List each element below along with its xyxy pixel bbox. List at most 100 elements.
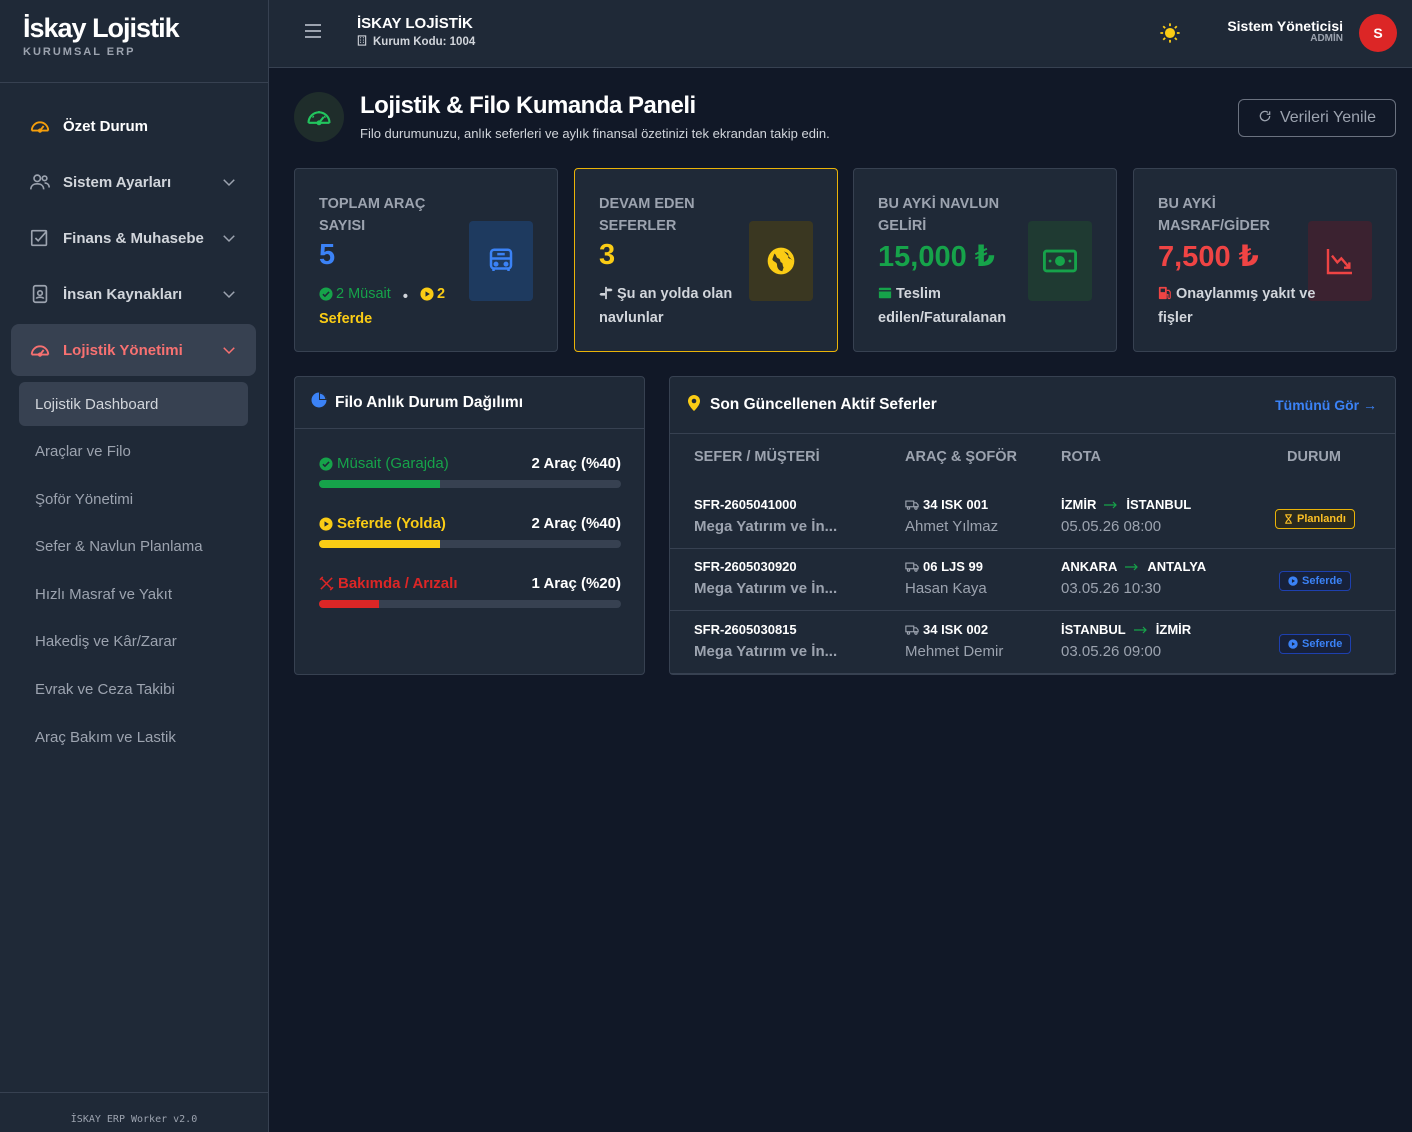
page-title: Lojistik & Filo Kumanda Paneli xyxy=(360,92,696,119)
column-header-trip: SEFER / MÜŞTERİ xyxy=(694,449,820,465)
table-row[interactable]: SFR-2605041000 Mega Yatırım ve İn... 34 … xyxy=(670,487,1396,549)
route: İZMİR İSTANBUL xyxy=(1061,497,1191,512)
truck-icon xyxy=(905,499,919,510)
vehicle-plate: 34 ISK 001 xyxy=(905,497,998,512)
card-title: BU AYKİ MASRAF/GİDER xyxy=(1158,196,1270,234)
refresh-button[interactable]: Verileri Yenile xyxy=(1238,99,1396,137)
check-circle-icon xyxy=(319,287,333,301)
fleet-row-available: Müsait (Garajda) 2 Araç (%40) xyxy=(319,455,621,488)
trip-date: 03.05.26 09:00 xyxy=(1061,643,1162,660)
sidebar-item-ozet-durum[interactable]: Özet Durum xyxy=(11,100,256,152)
sidebar-item-finans[interactable]: Finans & Muhasebe xyxy=(11,212,256,264)
check-circle-icon xyxy=(319,456,333,471)
sidebar-footer: İSKAY ERP Worker v2.0 xyxy=(0,1092,268,1132)
separator-dot: • xyxy=(402,289,408,305)
table-row[interactable]: SFR-2605030920 Mega Yatırım ve İn... 06 … xyxy=(670,549,1396,611)
route: ANKARA ANTALYA xyxy=(1061,559,1206,574)
available-text: 2 Müsait xyxy=(336,286,391,302)
company-code: Kurum Kodu: 1004 xyxy=(357,35,475,49)
play-circle-icon xyxy=(420,287,434,301)
stat-card-freight-income: BU AYKİ NAVLUN GELİRİ 15,000 ₺ Teslim ed… xyxy=(853,168,1117,352)
top-header: İSKAY LOJİSTİK Kurum Kodu: 1004 Sistem Y… xyxy=(269,0,1412,68)
subnav-lojistik-dashboard[interactable]: Lojistik Dashboard xyxy=(19,382,248,426)
plate-text: 06 LJS 99 xyxy=(923,559,983,574)
card-note-text: Şu an yolda olan navlunlar xyxy=(599,286,733,326)
fleet-count: 2 Araç (%40) xyxy=(531,515,622,532)
trip-customer: Mega Yatırım ve İn... xyxy=(694,580,838,597)
card-value: 5 xyxy=(319,239,336,271)
trip-customer: Mega Yatırım ve İn... xyxy=(694,518,838,535)
sidebar-item-label: Finans & Muhasebe xyxy=(63,229,204,247)
subnav-hakedis[interactable]: Hakediş ve Kâr/Zarar xyxy=(19,620,248,664)
driver-name: Hasan Kaya xyxy=(905,580,987,597)
route-from: İSTANBUL xyxy=(1061,622,1126,637)
subnav-araclar-filo[interactable]: Araçlar ve Filo xyxy=(19,430,248,474)
stat-card-active-trips: DEVAM EDEN SEFERLER 3 Şu an yolda olan n… xyxy=(574,168,838,352)
column-header-route: ROTA xyxy=(1061,449,1102,465)
driver-name: Mehmet Demir xyxy=(905,643,1004,660)
plate-text: 34 ISK 002 xyxy=(923,622,989,637)
brand-title[interactable]: İskay Lojistik xyxy=(23,12,245,44)
subnav-bakim-lastik[interactable]: Araç Bakım ve Lastik xyxy=(19,715,248,759)
trip-date: 05.05.26 08:00 xyxy=(1061,518,1162,535)
user-role: ADMİN xyxy=(1310,33,1343,44)
available-count: 2 Müsait xyxy=(319,283,391,305)
fleet-label-text: Bakımda / Arızalı xyxy=(338,575,458,592)
refresh-label: Verileri Yenile xyxy=(1279,109,1377,126)
panel-header: Filo Anlık Durum Dağılımı xyxy=(295,377,644,429)
sidebar-item-sistem-ayarlari[interactable]: Sistem Ayarları xyxy=(11,156,256,208)
building-icon xyxy=(357,35,367,49)
trip-date: 03.05.26 10:30 xyxy=(1061,580,1162,597)
sidebar: İskay Lojistik KURUMSAL ERP Özet Durum S… xyxy=(0,0,269,1132)
card-note-text: Teslim edilen/Faturalanan xyxy=(878,286,1007,326)
progress-fill-available xyxy=(319,480,440,488)
subnav-evrak-ceza[interactable]: Evrak ve Ceza Takibi xyxy=(19,668,248,712)
theme-toggle-sun-icon[interactable] xyxy=(1159,22,1181,44)
on-road-count: 2 xyxy=(420,283,445,305)
trip-code: SFR-2605030920 xyxy=(694,559,797,574)
play-circle-icon xyxy=(319,516,333,531)
route-to: ANTALYA xyxy=(1147,559,1207,574)
user-name: Sistem Yöneticisi xyxy=(1227,18,1343,34)
fleet-count: 1 Araç (%20) xyxy=(531,575,622,592)
on-road-number: 2 xyxy=(436,286,446,302)
arrow-right-icon xyxy=(1125,559,1139,574)
arrow-right-icon xyxy=(1104,497,1118,512)
stat-card-expenses: BU AYKİ MASRAF/GİDER 7,500 ₺ Onaylanmış … xyxy=(1133,168,1397,352)
company-code-text: Kurum Kodu: 1004 xyxy=(373,36,476,48)
column-header-vehicle: ARAÇ & ŞOFÖR xyxy=(905,449,1017,465)
progress-track xyxy=(319,480,621,488)
column-header-status: DURUM xyxy=(1287,449,1341,465)
card-value: 15,000 ₺ xyxy=(878,241,995,273)
subnav-sefer-navlun[interactable]: Sefer & Navlun Planlama xyxy=(19,525,248,569)
menu-toggle-icon[interactable] xyxy=(305,24,321,38)
table-row[interactable]: SFR-2605030815 Mega Yatırım ve İn... 34 … xyxy=(670,612,1396,674)
gauge-icon xyxy=(29,115,51,137)
vehicle-plate: 06 LJS 99 xyxy=(905,559,987,574)
arrow-right-icon xyxy=(1133,622,1148,637)
dashboard-gauge-icon xyxy=(294,92,344,142)
avatar[interactable]: S xyxy=(1359,14,1397,52)
progress-fill-on-road xyxy=(319,540,440,548)
route-to: İZMİR xyxy=(1155,622,1192,637)
progress-track xyxy=(319,540,621,548)
route-from: İZMİR xyxy=(1061,497,1097,512)
see-all-link[interactable]: Tümünü Gör → xyxy=(1275,397,1377,413)
panel-title: Son Güncellenen Aktif Seferler xyxy=(710,396,937,413)
chevron-down-icon xyxy=(220,173,238,191)
sidebar-item-lojistik-yonetimi[interactable]: Lojistik Yönetimi xyxy=(11,324,256,376)
chevron-down-icon xyxy=(220,229,238,247)
fleet-distribution-panel: Filo Anlık Durum Dağılımı Müsait (Garajd… xyxy=(294,376,645,675)
fuel-pump-icon xyxy=(1158,285,1172,307)
subnav-masraf-yakit[interactable]: Hızlı Masraf ve Yakıt xyxy=(19,572,248,616)
route-to: İSTANBUL xyxy=(1126,497,1192,512)
sidebar-subnav: Lojistik Dashboard Araçlar ve Filo Şoför… xyxy=(11,382,256,759)
subnav-sofor-yonetimi[interactable]: Şoför Yönetimi xyxy=(19,477,248,521)
checkbox-icon xyxy=(29,227,51,249)
truck-icon xyxy=(905,624,919,635)
sidebar-item-insan-kaynaklari[interactable]: İnsan Kaynakları xyxy=(11,268,256,320)
fleet-count: 2 Araç (%40) xyxy=(531,455,622,472)
driver-name: Ahmet Yılmaz xyxy=(905,518,999,535)
route: İSTANBUL İZMİR xyxy=(1061,622,1191,637)
fleet-row-on-road: Seferde (Yolda) 2 Araç (%40) xyxy=(319,515,621,548)
